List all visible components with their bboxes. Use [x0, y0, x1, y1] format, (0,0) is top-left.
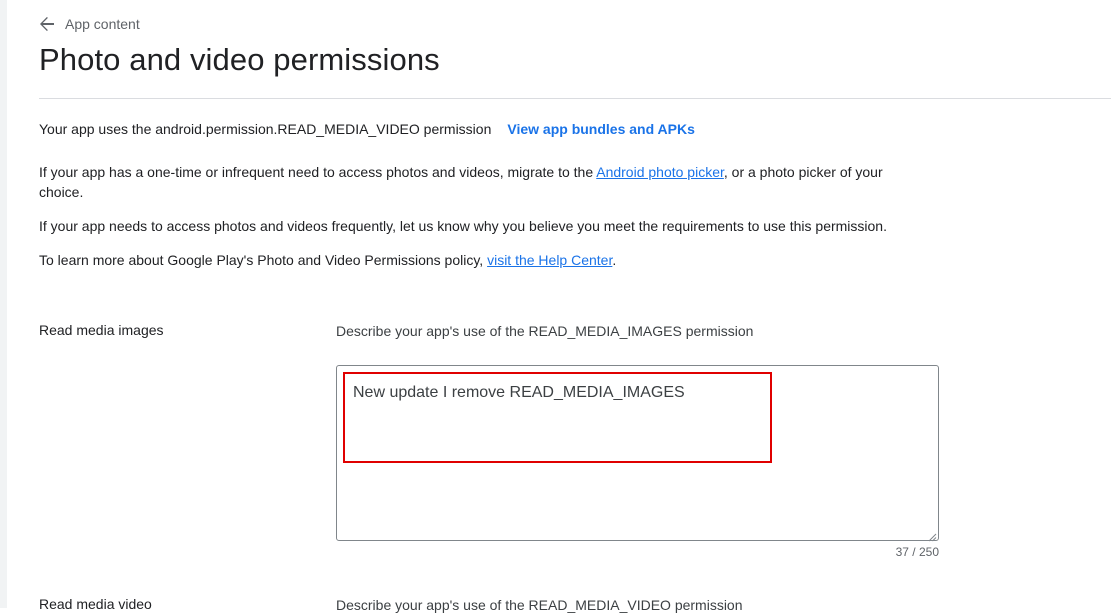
read-media-video-description: Describe your app's use of the READ_MEDI…	[336, 597, 743, 613]
view-app-bundles-link[interactable]: View app bundles and APKs	[507, 121, 694, 137]
read-media-video-label: Read media video	[39, 596, 152, 612]
header-divider	[39, 98, 1111, 99]
permission-text: Your app uses the android.permission.REA…	[39, 121, 492, 137]
read-media-images-description: Describe your app's use of the READ_MEDI…	[336, 323, 754, 339]
back-to-app-content-link[interactable]: App content	[39, 14, 140, 34]
p1-text-before: If your app has a one-time or infrequent…	[39, 164, 597, 180]
read-media-images-label: Read media images	[39, 322, 164, 338]
character-counter: 37 / 250	[895, 545, 939, 559]
frequent-access-paragraph: If your app needs to access photos and v…	[39, 218, 887, 234]
resize-handle-icon[interactable]	[927, 529, 937, 542]
policy-paragraph: To learn more about Google Play's Photo …	[39, 250, 919, 270]
arrow-back-icon	[39, 16, 55, 32]
help-center-link[interactable]: visit the Help Center	[487, 252, 612, 268]
left-rail	[0, 0, 7, 608]
back-link-label: App content	[65, 16, 140, 32]
red-highlight-annotation	[343, 372, 772, 463]
permission-line: Your app uses the android.permission.REA…	[39, 121, 695, 137]
page-title: Photo and video permissions	[39, 42, 440, 77]
photo-picker-paragraph: If your app has a one-time or infrequent…	[39, 162, 919, 202]
p3-text-before: To learn more about Google Play's Photo …	[39, 252, 488, 268]
p3-text-after: .	[612, 252, 617, 268]
android-photo-picker-link[interactable]: Android photo picker	[596, 164, 724, 180]
